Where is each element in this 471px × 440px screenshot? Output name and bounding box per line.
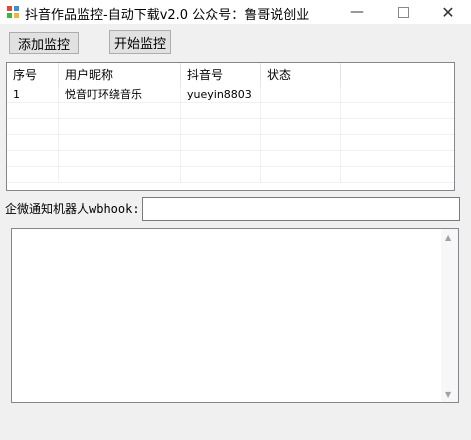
table-row-empty (7, 119, 454, 135)
minimize-button[interactable]: — (334, 0, 380, 24)
maximize-button[interactable] (380, 0, 426, 24)
table-header: 序号 用户昵称 抖音号 状态 (7, 63, 454, 87)
cell-status (261, 87, 341, 103)
cell-douyin-id: yueyin8803 (181, 87, 261, 103)
maximize-icon (397, 6, 409, 18)
column-header-nickname[interactable]: 用户昵称 (59, 63, 181, 87)
add-monitor-button[interactable]: 添加监控 (9, 32, 79, 54)
cell-empty (341, 87, 454, 103)
start-monitor-button[interactable]: 开始监控 (109, 30, 171, 54)
scroll-down-icon[interactable]: ▼ (445, 390, 453, 399)
column-header-douyin-id[interactable]: 抖音号 (181, 63, 261, 87)
close-button[interactable]: ✕ (425, 0, 471, 24)
minimize-icon: — (350, 4, 364, 20)
webhook-label: 企微通知机器人wbhook: (5, 202, 140, 216)
table-row-empty (7, 103, 454, 119)
app-icon (6, 5, 20, 19)
table-row-empty (7, 167, 454, 183)
table-row-empty (7, 135, 454, 151)
cell-nickname: 悦音叮环绕音乐 (59, 87, 181, 103)
table-row-empty (7, 151, 454, 167)
log-scrollbar[interactable]: ▲ ▼ (441, 229, 458, 402)
table-row[interactable]: 1 悦音叮环绕音乐 yueyin8803 (7, 87, 454, 103)
webhook-input[interactable] (142, 197, 460, 221)
window-title: 抖音作品监控-自动下载v2.0 公众号：鲁哥说创业 (25, 8, 310, 23)
close-icon: ✕ (441, 2, 455, 22)
monitor-table[interactable]: 序号 用户昵称 抖音号 状态 1 悦音叮环绕音乐 yueyin8803 (6, 62, 455, 191)
column-header-empty (341, 63, 454, 87)
column-header-status[interactable]: 状态 (261, 63, 341, 87)
scroll-up-icon[interactable]: ▲ (445, 233, 453, 242)
log-textarea[interactable]: ▲ ▼ (11, 228, 459, 403)
cell-index: 1 (7, 87, 59, 103)
title-bar: 抖音作品监控-自动下载v2.0 公众号：鲁哥说创业 — ✕ (0, 0, 471, 24)
column-header-index[interactable]: 序号 (7, 63, 59, 87)
